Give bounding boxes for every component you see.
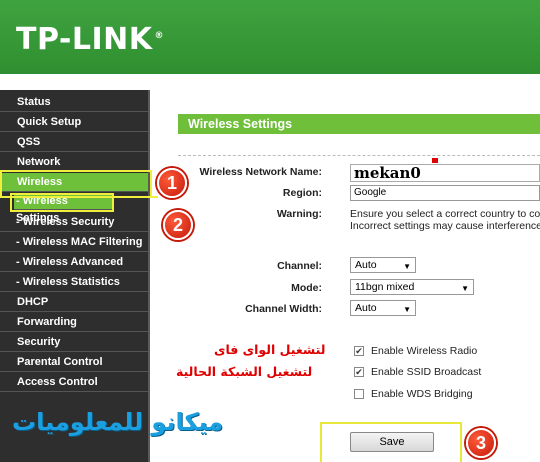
- header-bar: TP-LINK ®: [0, 0, 540, 74]
- sidebar-item-label: Status: [17, 96, 51, 108]
- registered-mark: ®: [154, 31, 165, 41]
- sidebar-nav: Status Quick Setup QSS Network Wireless …: [0, 90, 150, 462]
- note-enable-ssid: لتشغيل الشبكة الحالية: [176, 364, 313, 379]
- channel-width-label: Channel Width:: [245, 303, 322, 315]
- sidebar-item-wireless-advanced[interactable]: - Wireless Advanced: [0, 253, 148, 272]
- wireless-settings-highlight-box: [10, 193, 114, 212]
- wds-bridging-label: Enable WDS Bridging: [371, 388, 473, 400]
- check-icon: ✔: [355, 346, 363, 356]
- channel-value: Auto: [355, 259, 377, 271]
- channel-select[interactable]: Auto ▼: [350, 257, 416, 273]
- ssid-value: mekan0: [354, 164, 421, 182]
- step-3-marker: 3: [466, 428, 496, 458]
- mode-label: Mode:: [291, 282, 322, 294]
- mode-value: 11bgn mixed: [355, 281, 415, 293]
- channel-width-select[interactable]: Auto ▼: [350, 300, 416, 316]
- wireless-radio-checkbox[interactable]: ✔: [354, 346, 364, 356]
- sidebar-item-label: Access Control: [17, 376, 98, 388]
- chevron-down-icon: ▼: [403, 305, 411, 314]
- step-2-marker: 2: [163, 210, 193, 240]
- content-area: [152, 90, 540, 462]
- sidebar-item-forwarding[interactable]: Forwarding: [0, 313, 148, 332]
- highlight-connector: [118, 196, 158, 214]
- sidebar-item-label: Quick Setup: [17, 116, 82, 128]
- tp-link-logo: TP-LINK ®: [16, 22, 164, 57]
- sidebar-item-label: - Wireless MAC Filtering: [16, 236, 143, 248]
- sidebar-item-parental-control[interactable]: Parental Control: [0, 353, 148, 372]
- warning-text-line2: Incorrect settings may cause interferenc…: [350, 220, 540, 232]
- sidebar-item-wireless-security[interactable]: - Wireless Security: [0, 213, 148, 232]
- sidebar-item-label: DHCP: [17, 296, 49, 308]
- logo-text: TP-LINK: [16, 22, 153, 57]
- sidebar-item-security[interactable]: Security: [0, 333, 148, 352]
- save-button[interactable]: Save: [350, 432, 434, 452]
- sidebar-item-wireless-mac-filtering[interactable]: - Wireless MAC Filtering: [0, 233, 148, 252]
- region-label: Region:: [282, 187, 322, 199]
- sidebar-item-label: Security: [17, 336, 61, 348]
- channel-label: Channel:: [277, 260, 322, 272]
- sidebar-item-qss[interactable]: QSS: [0, 133, 148, 152]
- sidebar-item-label: - Wireless Security: [16, 216, 115, 228]
- section-title: Wireless Settings: [178, 114, 540, 134]
- sidebar-item-label: Network: [17, 156, 61, 168]
- sidebar-item-label: Forwarding: [17, 316, 77, 328]
- watermark-text: ميكانو للمعلوميات: [12, 408, 224, 436]
- wireless-radio-label: Enable Wireless Radio: [371, 345, 478, 357]
- sidebar-item-wireless-statistics[interactable]: - Wireless Statistics: [0, 273, 148, 292]
- ssid-input[interactable]: mekan0: [350, 164, 540, 182]
- channel-width-value: Auto: [355, 302, 377, 314]
- sidebar-item-label: Parental Control: [17, 356, 103, 368]
- sidebar-item-quick-setup[interactable]: Quick Setup: [0, 113, 148, 132]
- sidebar-item-label: - Wireless Advanced: [16, 256, 124, 268]
- sidebar-item-dhcp[interactable]: DHCP: [0, 293, 148, 312]
- warning-text-line1: Ensure you select a correct country to c…: [350, 208, 540, 220]
- sidebar-item-access-control[interactable]: Access Control: [0, 373, 148, 392]
- sidebar-item-label: QSS: [17, 136, 41, 148]
- chevron-down-icon: ▼: [461, 284, 469, 293]
- region-select[interactable]: Google: [350, 185, 540, 201]
- sidebar-item-status[interactable]: Status: [0, 93, 148, 112]
- divider: [178, 155, 540, 156]
- warning-label: Warning:: [276, 208, 322, 220]
- mode-select[interactable]: 11bgn mixed ▼: [350, 279, 474, 295]
- step-1-marker: 1: [157, 168, 187, 198]
- chevron-down-icon: ▼: [403, 262, 411, 271]
- sidebar-item-label: - Wireless Statistics: [16, 276, 120, 288]
- ssid-broadcast-checkbox[interactable]: ✔: [354, 367, 364, 377]
- note-enable-radio: لتشغيل الواى فاى: [214, 342, 326, 357]
- section-title-text: Wireless Settings: [188, 117, 293, 131]
- check-icon: ✔: [355, 367, 363, 377]
- input-marker: [432, 158, 438, 163]
- ssid-broadcast-label: Enable SSID Broadcast: [371, 366, 482, 378]
- ssid-label: Wireless Network Name:: [199, 166, 322, 178]
- region-value: Google: [354, 187, 387, 198]
- top-strip: [0, 74, 540, 90]
- wds-bridging-checkbox[interactable]: [354, 389, 364, 399]
